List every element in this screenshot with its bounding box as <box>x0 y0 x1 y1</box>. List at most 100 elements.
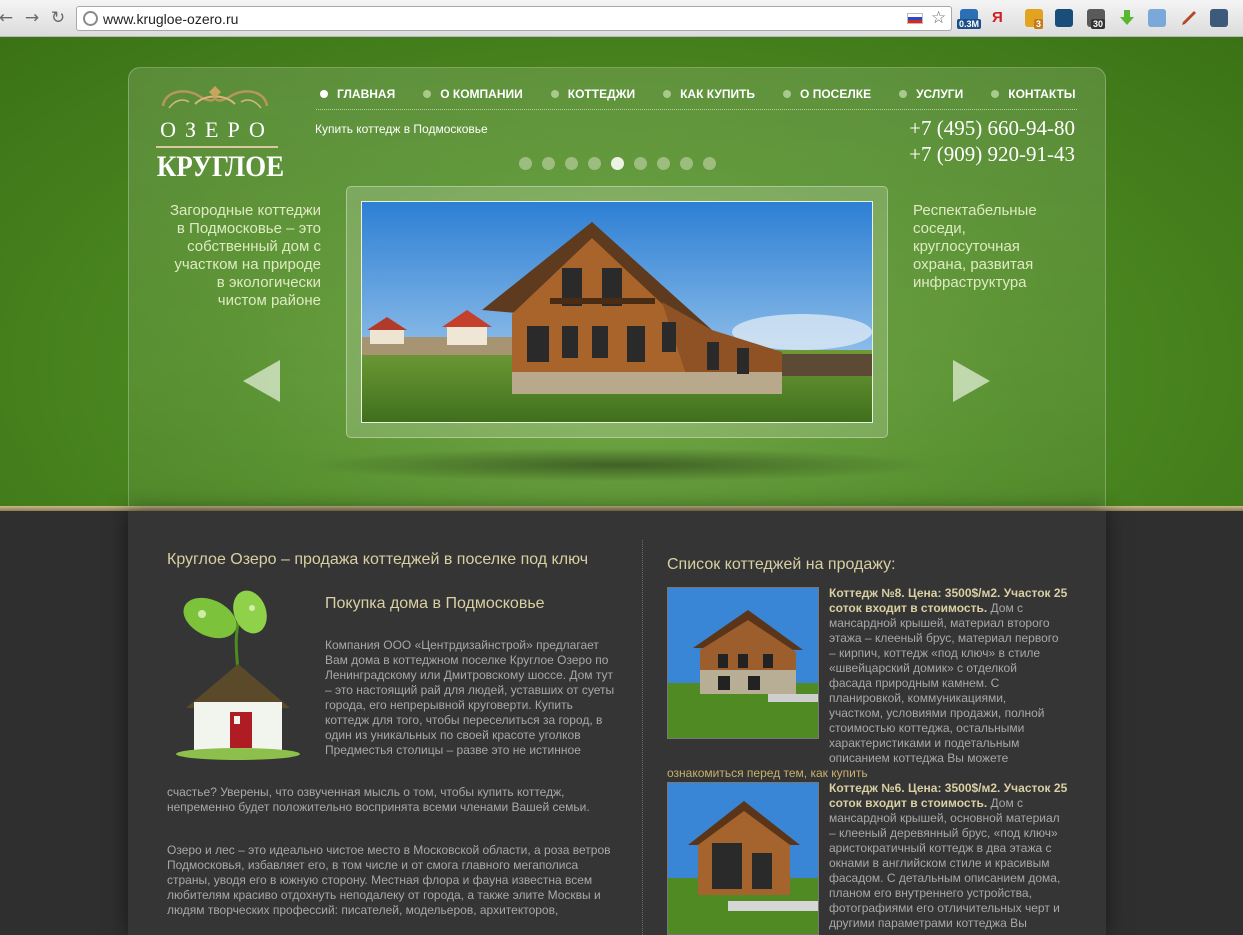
text-line: один из уникальных по своей красоте угол… <box>325 728 581 742</box>
text-line: людям творческих профессий: писателей, м… <box>167 903 559 917</box>
text-line: любителям красиво отдохнуть неподалеку о… <box>167 888 601 902</box>
logo-ornament-icon <box>161 86 269 109</box>
menu-label: КАК КУПИТЬ <box>680 87 756 101</box>
menu-item-services[interactable]: УСЛУГИ <box>899 85 963 103</box>
text-fragment: описанием коттеджа Вы можете <box>829 751 1009 765</box>
rank-extension-icon[interactable]: 30 <box>1087 9 1106 29</box>
promo-left-line: участком на природе <box>174 256 321 273</box>
counter-extension-icon[interactable]: 0.3M <box>957 9 982 29</box>
slider-dot[interactable] <box>680 157 693 170</box>
text-line: фасада природным камнем. С <box>829 676 1000 690</box>
promo-right-line: охрана, развитая <box>913 256 1034 273</box>
text-line: фасадом. С детальным описанием дома, <box>829 871 1061 885</box>
globe-icon <box>83 11 98 26</box>
reload-icon[interactable]: ↻ <box>48 8 68 28</box>
left-column-subheading: Покупка дома в Подмосковье <box>325 595 545 612</box>
text-line: планировкой, коммуникациями, <box>829 691 1007 705</box>
menu-item-village[interactable]: О ПОСЕЛКЕ <box>783 85 871 103</box>
promo-left-line: собственный дом с <box>187 238 321 255</box>
text-line: Озеро и лес – это идеально чистое место … <box>167 843 611 857</box>
text-line: «швейцарский домик» с отделкой <box>829 661 1017 675</box>
cottage-8-link[interactable]: ознакомиться перед тем, как купить <box>667 766 868 780</box>
slider-dot[interactable] <box>703 157 716 170</box>
text-line: характеристиками и подетальным <box>829 736 1020 750</box>
menu-label: О ПОСЕЛКЕ <box>800 87 872 101</box>
promo-left-line: Загородные коттеджи <box>169 202 321 219</box>
eco-house-icon <box>176 590 300 760</box>
slider-prev-arrow-icon[interactable] <box>243 360 280 402</box>
logo-rule <box>156 146 278 148</box>
slider-dot[interactable] <box>588 157 601 170</box>
promo-right-line: Респектабельные <box>913 202 1037 219</box>
menu-label: О КОМПАНИИ <box>440 87 523 101</box>
text-line: – кирпич, коттедж «под ключ» в стиле <box>829 646 1041 660</box>
text-line: этажа – клееный брус, материал первого <box>829 631 1059 645</box>
menu-bullet <box>899 90 908 98</box>
cottage-6-title-cont[interactable]: соток входит в стоимость. <box>829 796 987 810</box>
promo-left-line: в Подмосковье – это <box>176 220 321 237</box>
main-menu: ГЛАВНАЯ О КОМПАНИИ КОТТЕДЖИ КАК КУПИТЬ О… <box>320 85 1104 103</box>
menu-divider <box>316 109 1077 110</box>
menu-item-home[interactable]: ГЛАВНАЯ <box>320 85 395 103</box>
text-line: Компания ООО «Центрдизайнстрой» предлага… <box>325 638 599 652</box>
mail-extension-icon[interactable]: 3 <box>1025 9 1044 29</box>
promo-right-line: соседи, <box>913 220 966 237</box>
camera-extension-icon[interactable] <box>1210 9 1228 27</box>
cottage-8-thumbnail[interactable] <box>667 587 819 739</box>
slider-dot[interactable] <box>519 157 532 170</box>
menu-label: УСЛУГИ <box>916 87 964 101</box>
slider-dot[interactable] <box>542 157 555 170</box>
cottage-8-title-cont[interactable]: соток входит в стоимость. <box>829 601 987 615</box>
column-divider <box>642 540 643 935</box>
cottage-8-title[interactable]: Коттедж №8. Цена: 3500$/м2. Участок 25 <box>829 586 1069 601</box>
menu-item-contacts[interactable]: КОНТАКТЫ <box>991 85 1076 103</box>
phone-secondary: +7 (909) 920-91-43 <box>909 142 1075 166</box>
text-line: Подмосковья, избавляет его, в том числе … <box>167 858 579 872</box>
slider-dot[interactable] <box>565 157 578 170</box>
site-logo[interactable]: ОЗЕРО КРУГЛОЕ <box>150 84 284 184</box>
menu-item-about[interactable]: О КОМПАНИИ <box>423 85 523 103</box>
menu-label: КОНТАКТЫ <box>1008 87 1076 101</box>
text-line: коттедж для того, чтобы переселиться за … <box>325 713 603 727</box>
text-line: непременно будет положительно воспринята… <box>167 800 590 814</box>
text-fragment: Дом с <box>987 796 1024 810</box>
mail-badge: 3 <box>1034 19 1044 29</box>
slider-next-arrow-icon[interactable] <box>953 360 990 402</box>
slider-photo[interactable] <box>361 201 873 423</box>
rank-badge: 30 <box>1091 19 1106 29</box>
text-line: стоимостью коттеджа, остальными <box>829 721 1025 735</box>
forward-icon[interactable]: → <box>22 8 42 28</box>
text-line: страны, уводя его в южную сторону. Местн… <box>167 873 593 887</box>
cottage-6-image <box>668 783 818 934</box>
slider-dot[interactable] <box>611 157 624 170</box>
russian-flag-icon <box>907 13 923 24</box>
promo-left-line: чистом районе <box>217 292 321 309</box>
slider-shadow <box>300 448 940 482</box>
url-text[interactable]: www.krugloe-ozero.ru <box>103 11 238 27</box>
yandex-extension-icon[interactable]: Я <box>992 9 1010 27</box>
logo-line2: КРУГЛОЕ <box>156 150 285 183</box>
dropdown-extension-icon[interactable] <box>1148 9 1166 27</box>
cottage-6-thumbnail[interactable] <box>667 782 819 935</box>
text-line: города, его непрерывной круговерти. Купи… <box>325 698 573 712</box>
pen-extension-icon[interactable] <box>1180 9 1198 27</box>
phone-primary: +7 (495) 660-94-80 <box>909 116 1075 140</box>
text-line: мансардной крышей, материал второго <box>829 616 1050 630</box>
cottage-6-description: Коттедж №6. Цена: 3500$/м2. Участок 25 с… <box>829 781 1069 931</box>
menu-bullet <box>991 90 1000 98</box>
slider-dot[interactable] <box>657 157 670 170</box>
promo-right-line: инфраструктура <box>913 274 1027 291</box>
menu-item-how-to-buy[interactable]: КАК КУПИТЬ <box>663 85 755 103</box>
stats-extension-icon[interactable] <box>1055 9 1073 27</box>
promo-right-line: круглосуточная <box>913 238 1020 255</box>
text-line: аристократичный коттедж в два этажа с <box>829 841 1052 855</box>
logo-line1: ОЗЕРО <box>160 117 274 142</box>
download-extension-icon[interactable] <box>1118 9 1136 27</box>
bookmark-star-icon[interactable]: ☆ <box>931 8 946 28</box>
back-icon[interactable]: ← <box>0 8 16 28</box>
address-bar[interactable]: www.krugloe-ozero.ru ☆ <box>76 6 952 31</box>
menu-bullet <box>423 90 432 98</box>
slider-dot[interactable] <box>634 157 647 170</box>
cottage-6-title[interactable]: Коттедж №6. Цена: 3500$/м2. Участок 25 <box>829 781 1069 796</box>
menu-item-cottages[interactable]: КОТТЕДЖИ <box>550 85 635 103</box>
